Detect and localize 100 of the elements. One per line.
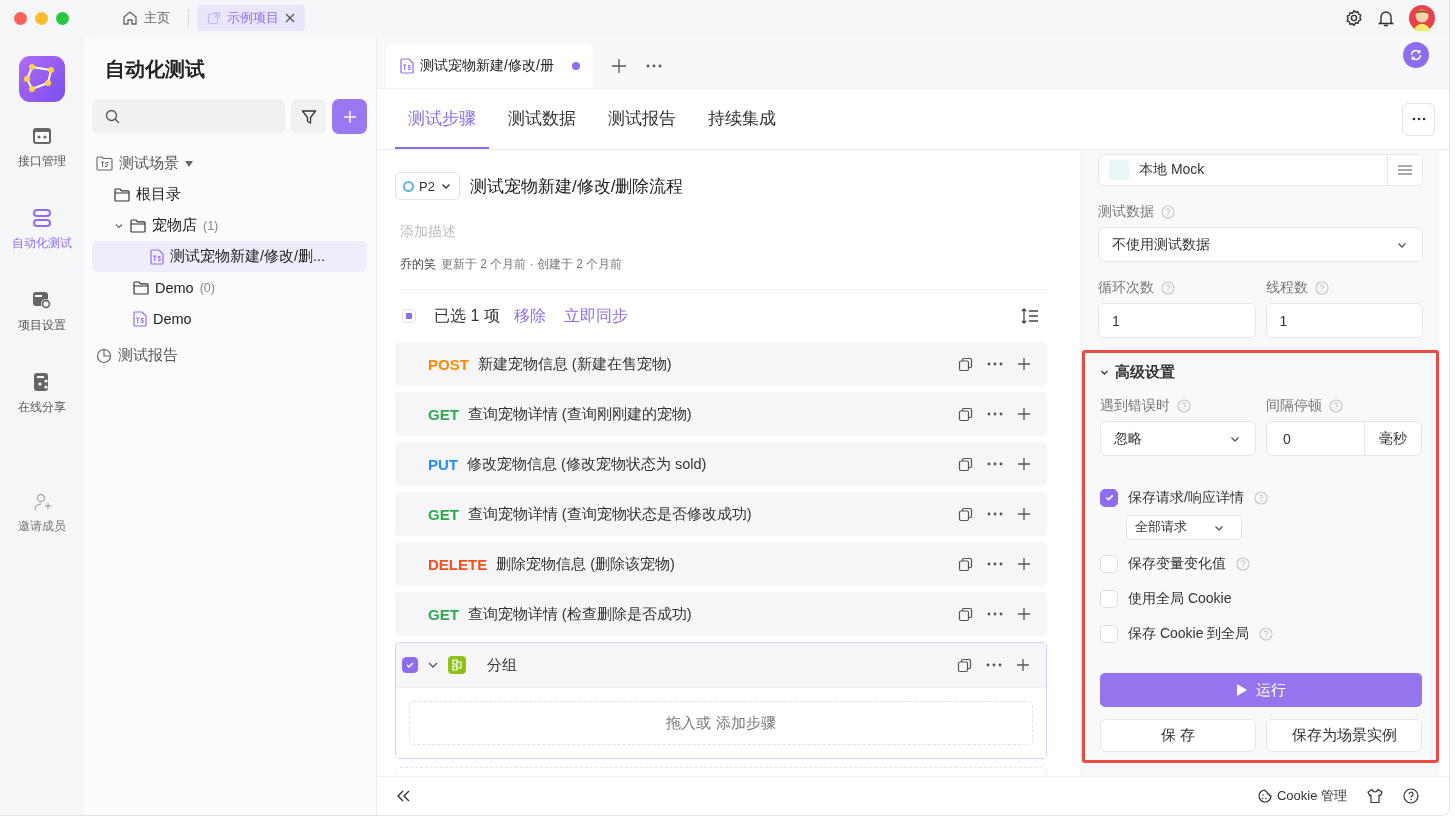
editor-tab[interactable]: 测试宠物新建/修改/册 <box>386 44 594 88</box>
copy-icon[interactable] <box>958 606 973 622</box>
cookie-button[interactable]: Cookie 管理 <box>1257 787 1347 805</box>
step-row[interactable]: PUT 修改宠物信息 (修改宠物状态为 sold) <box>395 442 1047 486</box>
gear-document-icon <box>32 290 52 310</box>
partial-checkbox[interactable] <box>402 309 416 323</box>
item-count: (0) <box>199 280 215 295</box>
more-icon[interactable] <box>987 362 1003 366</box>
more-icon[interactable] <box>987 412 1003 416</box>
tree-item[interactable]: 测试场景 <box>92 148 367 179</box>
collapse-icon[interactable] <box>397 790 411 802</box>
step-row[interactable]: GET 查询宠物详情 (检查删除是否成功) <box>395 592 1047 636</box>
app-tab[interactable]: 主页 <box>112 5 180 31</box>
checkbox[interactable] <box>1100 488 1118 507</box>
copy-icon[interactable] <box>958 456 973 472</box>
menu-icon[interactable] <box>1398 165 1412 175</box>
test-data-select[interactable]: 不使用测试数据 <box>1098 227 1423 262</box>
tree-item[interactable]: 宠物店 (1) <box>126 210 367 241</box>
folder-icon <box>130 218 146 233</box>
field-label: 线程数 <box>1265 279 1308 297</box>
copy-icon[interactable] <box>958 506 973 522</box>
filter-button[interactable] <box>291 99 326 134</box>
nav-item[interactable]: 项目设置 <box>2 290 82 334</box>
save-button[interactable]: 保 存 <box>1100 719 1256 752</box>
tree-item[interactable]: 测试报告 <box>92 340 367 371</box>
more-icon[interactable] <box>986 663 1002 667</box>
copy-icon[interactable] <box>957 657 972 673</box>
plus-icon[interactable] <box>611 59 626 73</box>
settings-icon[interactable] <box>1345 9 1363 27</box>
selection-count: 已选 1 项 <box>434 305 500 326</box>
search-field[interactable] <box>92 99 285 134</box>
cookie-icon <box>1257 789 1272 803</box>
nav-item[interactable]: 接口管理 <box>2 126 82 170</box>
step-row[interactable]: DELETE 删除宠物信息 (删除该宠物) <box>395 542 1047 586</box>
plus-icon[interactable] <box>1017 507 1031 521</box>
request-scope-select[interactable]: 全部请求 <box>1126 515 1242 540</box>
check-icon <box>405 660 415 670</box>
sync-icon[interactable] <box>1403 42 1429 68</box>
more-icon[interactable] <box>987 512 1003 516</box>
group-icon <box>448 656 466 674</box>
plus-icon[interactable] <box>1017 407 1031 421</box>
field-label: 循环次数 <box>1098 279 1154 297</box>
plus-icon[interactable] <box>1016 658 1030 672</box>
shirt-icon[interactable] <box>1367 788 1383 804</box>
step-row[interactable]: GET 查询宠物详情 (查询刚刚建的宠物) <box>395 392 1047 436</box>
input-field[interactable]: 1 <box>1265 303 1423 338</box>
plus-icon[interactable] <box>1017 557 1031 571</box>
action-link[interactable]: 立即同步 <box>563 305 628 327</box>
timestamps: 更新于 2 个月前 · 创建于 2 个月前 <box>441 256 623 273</box>
input-field[interactable]: 1 <box>1098 303 1256 338</box>
plus-icon[interactable] <box>1017 607 1031 621</box>
help-icon[interactable] <box>1403 788 1419 804</box>
caret-icon[interactable] <box>185 160 193 167</box>
environment-select[interactable]: 本地 Mock <box>1098 154 1423 186</box>
more-icon[interactable] <box>987 612 1003 616</box>
checkbox[interactable] <box>402 657 418 673</box>
nav-item[interactable]: 在线分享 <box>2 372 82 416</box>
step-row[interactable]: GET 查询宠物详情 (查询宠物状态是否修改成功) <box>395 492 1047 536</box>
close-icon[interactable] <box>285 13 295 23</box>
avatar[interactable] <box>1409 5 1435 31</box>
more-icon[interactable] <box>645 64 662 68</box>
tree-item[interactable]: Demo (0) <box>129 272 367 303</box>
option-label: 使用全局 Cookie <box>1128 589 1232 608</box>
more-icon[interactable] <box>987 562 1003 566</box>
tree-item[interactable]: Demo <box>129 303 367 334</box>
plus-icon[interactable] <box>1017 457 1031 471</box>
field-label: 间隔停顿 <box>1266 397 1322 415</box>
drop-zone[interactable]: 拖入或 添加步骤 <box>409 701 1033 745</box>
priority-select[interactable]: P2 <box>395 172 460 200</box>
step-row[interactable]: POST 新建宠物信息 (新建在售宠物) <box>395 342 1047 386</box>
error-action-select[interactable]: 忽略 <box>1100 421 1256 456</box>
section-toggle[interactable]: 高级设置 <box>1100 363 1422 382</box>
maximize-window-button[interactable] <box>56 11 69 25</box>
close-window-button[interactable] <box>14 11 27 25</box>
tab[interactable]: 测试步骤 <box>395 89 489 149</box>
tree-label: Demo <box>153 310 192 327</box>
app-logo[interactable] <box>19 56 65 102</box>
more-icon[interactable] <box>987 462 1003 466</box>
tab[interactable]: 测试报告 <box>595 89 689 149</box>
tree-item[interactable]: 根目录 <box>110 179 367 210</box>
plus-icon[interactable] <box>1017 357 1031 371</box>
nav-item[interactable]: 邀请成员 <box>2 492 82 534</box>
chevron-down-icon <box>1100 368 1109 377</box>
tree-item[interactable]: 测试宠物新建/修改/删... <box>92 241 367 272</box>
tree-label: Demo <box>155 279 194 296</box>
scenario-title: 测试宠物新建/修改/删除流程 <box>469 175 684 198</box>
copy-icon[interactable] <box>958 356 973 372</box>
tab[interactable]: 测试数据 <box>495 89 589 149</box>
sort-icon[interactable] <box>1021 308 1039 324</box>
bell-icon[interactable] <box>1377 9 1395 27</box>
action-link[interactable]: 移除 <box>513 305 546 327</box>
pie-chart-icon <box>96 347 112 364</box>
tab[interactable]: 持续集成 <box>695 89 789 149</box>
http-method: GET <box>428 405 459 423</box>
tree-label: 测试宠物新建/修改/删... <box>170 247 326 266</box>
copy-icon[interactable] <box>958 406 973 422</box>
save-as-button[interactable]: 保存为场景实例 <box>1266 719 1422 752</box>
nav-item[interactable]: 自动化测试 <box>2 208 82 252</box>
copy-icon[interactable] <box>958 556 973 572</box>
add-button[interactable] <box>332 99 367 134</box>
